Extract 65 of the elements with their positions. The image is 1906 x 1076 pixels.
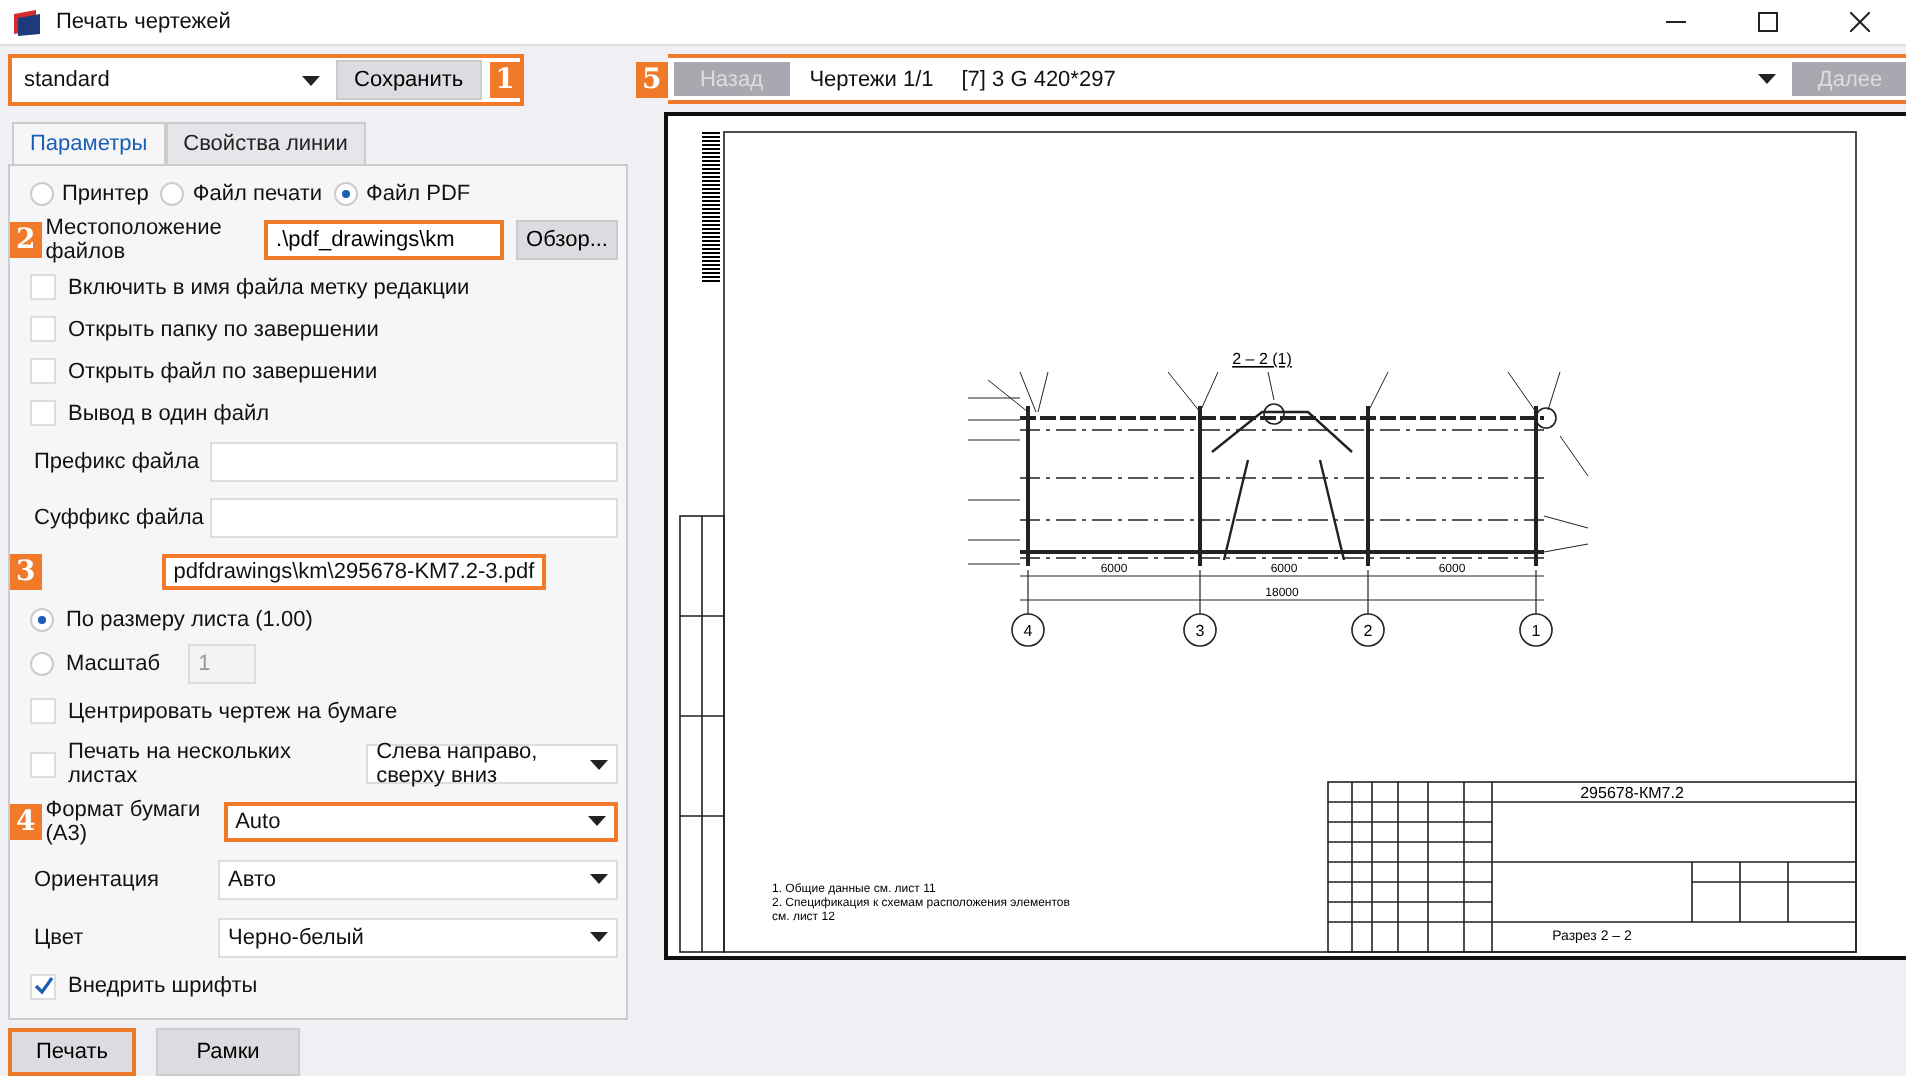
callout-badge: 4 <box>10 803 42 839</box>
axis-marker: 1 <box>1519 613 1553 647</box>
checkbox[interactable] <box>30 358 56 384</box>
dropdown[interactable]: Черно-белый <box>218 917 618 957</box>
checkbox-label: Печать на нескольких листах <box>68 740 293 788</box>
action-button[interactable]: Рамки <box>156 1028 300 1076</box>
axis-marker: 2 <box>1351 613 1385 647</box>
checkbox-label: Центрировать чертеж на бумаге <box>68 699 398 723</box>
caret-icon <box>302 75 320 85</box>
axis-marker: 4 <box>1011 613 1045 647</box>
dropdown[interactable]: Авто <box>218 859 618 899</box>
filename-preview: pdfdrawings\km\295678-KM7.2-3.pdf <box>161 554 547 590</box>
browse-button[interactable]: Обзор... <box>516 220 618 260</box>
radio-label: Принтер <box>62 182 149 206</box>
checkbox[interactable] <box>30 698 56 724</box>
caret-icon <box>590 874 608 884</box>
window-title: Печать чертежей <box>56 10 233 34</box>
tab[interactable]: Параметры <box>12 122 166 164</box>
checkbox[interactable] <box>30 316 56 342</box>
checkbox-label: Включить в имя файла метку редакции <box>68 275 470 299</box>
action-button[interactable]: Печать <box>8 1028 136 1076</box>
close-icon[interactable] <box>1850 12 1870 32</box>
caret-icon <box>590 759 608 769</box>
radio-button[interactable] <box>30 182 54 206</box>
checkbox-label: Открыть файл по завершении <box>68 359 378 383</box>
checkbox[interactable] <box>30 973 56 999</box>
radio-label: По размеру листа (1.00) <box>66 608 313 632</box>
callout-badge: 1 <box>489 62 521 98</box>
field-label: Ориентация <box>32 867 161 891</box>
radio-label: Файл PDF <box>366 182 471 206</box>
radio-label: Масштаб <box>66 652 161 676</box>
caret-icon <box>588 816 606 826</box>
checkbox-label: Вывод в один файл <box>68 401 270 425</box>
field-label: Цвет <box>32 925 86 949</box>
radio-button[interactable] <box>334 182 359 206</box>
save-button[interactable]: Сохранить <box>336 60 482 100</box>
app-icon <box>12 6 44 38</box>
checkbox[interactable] <box>30 400 56 426</box>
radio-button[interactable] <box>30 608 54 632</box>
checkbox-label: Открыть папку по завершении <box>68 317 379 341</box>
tab[interactable]: Свойства линии <box>165 122 366 164</box>
field-label: Префикс файла <box>34 450 202 474</box>
text-field[interactable] <box>210 442 618 482</box>
callout-badge: 3 <box>10 554 42 590</box>
caret-icon <box>1758 74 1776 84</box>
field-label: Местоположение файлов <box>45 216 224 264</box>
checkbox-label: Внедрить шрифты <box>68 974 258 998</box>
section-title: 2 – 2 (1) <box>1232 350 1292 368</box>
checkbox[interactable] <box>30 751 56 777</box>
sheet-counter: Чертежи 1/1 <box>807 67 936 91</box>
dropdown[interactable]: Auto <box>223 801 618 841</box>
field-label: Суффикс файла <box>34 506 206 530</box>
radio-label: Файл печати <box>192 182 323 206</box>
caret-icon <box>590 932 608 942</box>
radio-button[interactable] <box>160 182 185 206</box>
callout-badge: 5 <box>636 61 668 97</box>
location-field[interactable]: .\pdf_drawings\km <box>264 220 505 260</box>
order-dropdown[interactable]: Слева направо, сверху вниз <box>366 744 618 784</box>
field-label: Формат бумаги (А3) <box>43 797 203 845</box>
text-field[interactable] <box>210 498 618 538</box>
drawing-code: 295678-КМ7.2 <box>1580 784 1684 802</box>
axis-marker: 3 <box>1183 613 1217 647</box>
checkbox[interactable] <box>30 274 56 300</box>
callout-badge: 2 <box>10 222 42 258</box>
maximize-icon[interactable] <box>1758 12 1778 32</box>
